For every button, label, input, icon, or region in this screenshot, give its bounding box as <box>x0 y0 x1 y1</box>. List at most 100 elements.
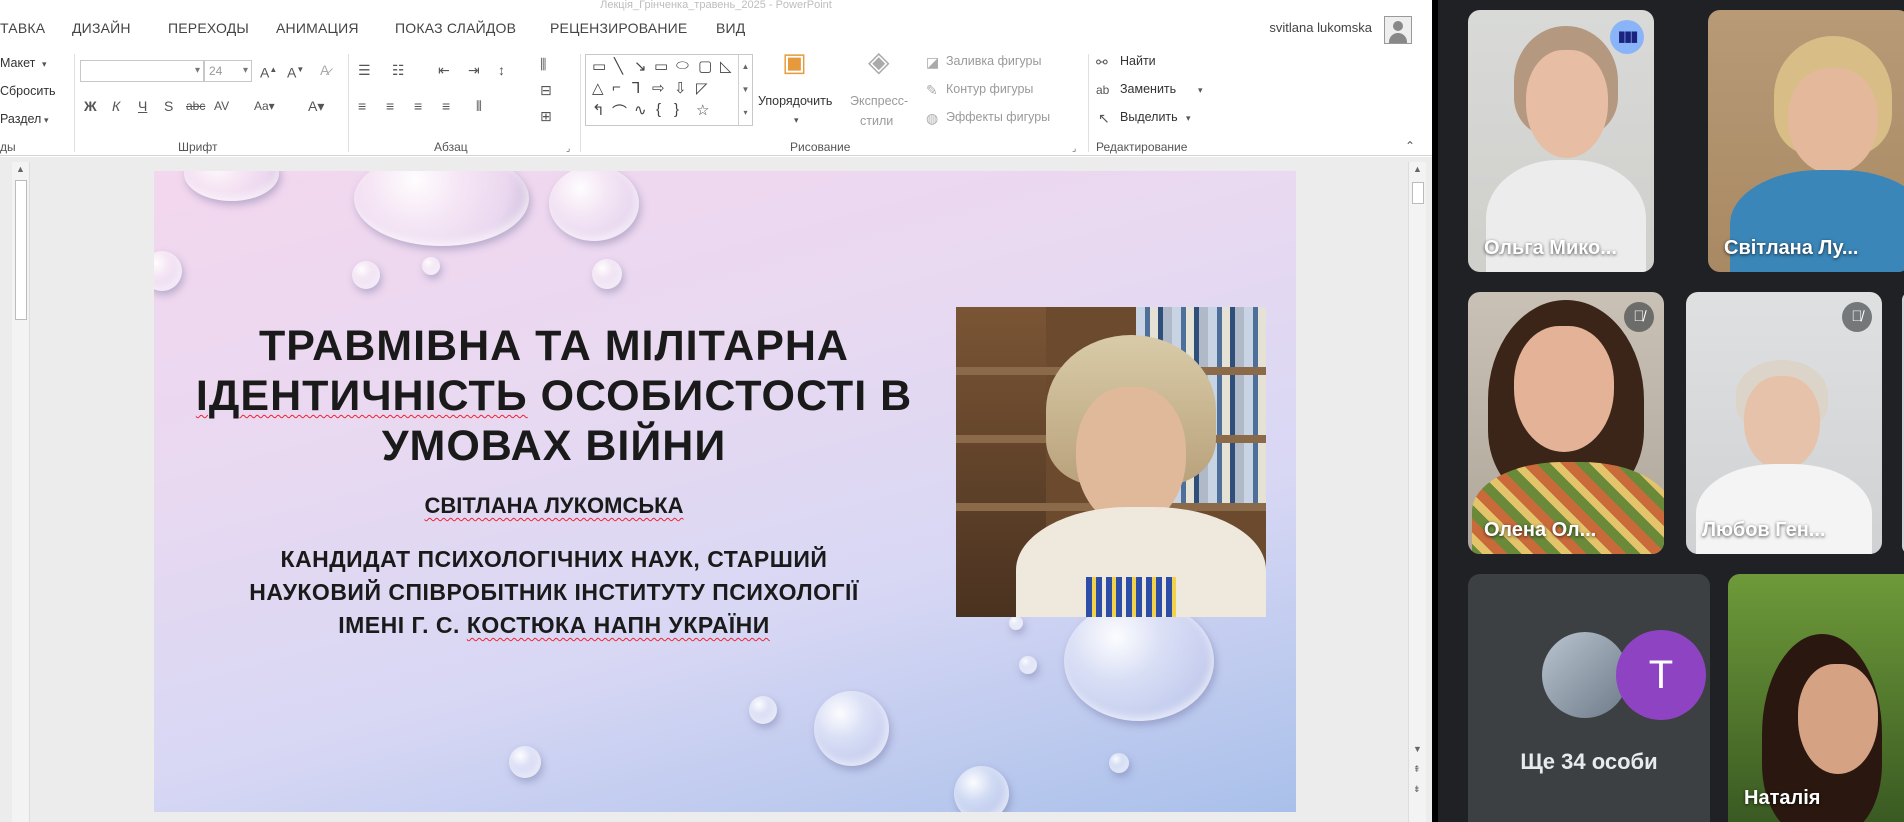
drawing-dialog-launcher-icon[interactable]: ⌟ <box>1072 140 1076 156</box>
tab-insert[interactable]: ТАВКА <box>0 20 45 36</box>
tab-animation[interactable]: АНИМАЦИЯ <box>276 20 359 36</box>
outline-icon[interactable]: ✎ <box>926 82 938 98</box>
wave-shape-icon[interactable]: ∿ <box>634 101 647 119</box>
shape-fill-button[interactable]: Заливка фигуры <box>946 54 1041 68</box>
more-participants-tile[interactable]: T Ще 34 особи <box>1468 574 1710 822</box>
gallery-scroll[interactable]: ▲ ▼ ▾ <box>738 55 752 125</box>
replace-button[interactable]: Заменить <box>1120 82 1176 96</box>
shapes-gallery[interactable]: ▭ ╲ ↘ ▭ ⬭ ▢ ◺ △ ⌐ ⅂ ⇨ ⇩ ◸ ↰ ⌒ ∿ { } ☆ ▲ ▼… <box>585 54 753 126</box>
decrease-indent-icon[interactable]: ⇤ <box>438 62 450 78</box>
slide-description[interactable]: КАНДИДАТ ПСИХОЛОГІЧНИХ НАУК, СТАРШИЙ НАУ… <box>154 543 954 642</box>
find-button[interactable]: Найти <box>1120 54 1156 68</box>
slide-scrollbar[interactable]: ▲ ▼ ⇞ ⇟ <box>1408 162 1426 822</box>
next-slide-icon[interactable]: ⇟ <box>1413 784 1421 795</box>
strikethrough-icon[interactable]: abc <box>186 98 205 114</box>
arc-shape-icon[interactable]: ⌒ <box>612 101 627 122</box>
tab-view[interactable]: ВИД <box>716 20 745 36</box>
right-arrow-shape-icon[interactable]: ⇨ <box>652 79 665 97</box>
triangle-shape-icon[interactable]: ◺ <box>720 57 732 75</box>
tab-design[interactable]: ДИЗАЙН <box>72 20 131 36</box>
participant-tile[interactable]: 🎙̸ Олена Ол... <box>1468 292 1664 554</box>
align-text-icon[interactable]: ⊟ <box>540 82 552 98</box>
arrange-dropdown-icon[interactable]: ▾ <box>794 112 799 128</box>
shrink-font-icon[interactable]: A▼ <box>287 62 304 81</box>
rounded-rect-shape-icon[interactable]: ▢ <box>698 57 712 75</box>
select-cursor-icon[interactable]: ↖ <box>1098 110 1110 126</box>
tab-slideshow[interactable]: ПОКАЗ СЛАЙДОВ <box>395 20 516 36</box>
numbering-icon[interactable]: ☷ <box>392 62 405 78</box>
line-shape-icon[interactable]: ╲ <box>614 57 623 75</box>
quick-styles-button[interactable]: Экспресс- <box>850 94 908 108</box>
participant-tile[interactable]: ▮▮▮ Ольга Мико... <box>1468 10 1654 272</box>
text-direction-icon[interactable]: ⫼ <box>540 56 546 72</box>
slide[interactable]: ТРАВМІВНА ТА МІЛІТАРНА ІДЕНТИЧНІСТЬ ОСОБ… <box>154 171 1296 812</box>
font-size-combo[interactable]: 24 <box>204 60 252 82</box>
align-left-icon[interactable]: ≡ <box>358 98 366 114</box>
increase-indent-icon[interactable]: ⇥ <box>468 62 480 78</box>
scroll-up-icon[interactable]: ▲ <box>1413 164 1422 174</box>
grow-font-icon[interactable]: A▲ <box>260 62 277 81</box>
select-dropdown-icon[interactable]: ▾ <box>1186 110 1191 126</box>
slide-title[interactable]: ТРАВМІВНА ТА МІЛІТАРНА ІДЕНТИЧНІСТЬ ОСОБ… <box>154 321 954 471</box>
shadow-icon[interactable]: S <box>164 98 173 114</box>
section-dropdown-icon[interactable]: ▾ <box>44 112 49 128</box>
replace-dropdown-icon[interactable]: ▾ <box>1198 82 1203 98</box>
effects-icon[interactable]: ◍ <box>926 110 938 126</box>
participant-tile[interactable]: 🎙̸ Любов Ген... <box>1686 292 1882 554</box>
triangle-shape-icon[interactable]: △ <box>592 79 604 97</box>
shape-outline-button[interactable]: Контур фигуры <box>946 82 1033 96</box>
paragraph-dialog-launcher-icon[interactable]: ⌟ <box>566 140 570 156</box>
user-name[interactable]: svitlana lukomska <box>1269 20 1372 35</box>
elbow-shape-icon[interactable]: ⅂ <box>632 79 640 97</box>
scroll-thumb[interactable] <box>1412 182 1424 204</box>
textbox-shape-icon[interactable]: ▭ <box>592 57 606 75</box>
quick-styles-button-line2[interactable]: стили <box>860 114 893 128</box>
reset-button[interactable]: Сбросить <box>0 84 56 98</box>
collapse-ribbon-icon[interactable]: ⌃ <box>1405 138 1415 154</box>
align-center-icon[interactable]: ≡ <box>386 98 394 114</box>
author-photo[interactable] <box>956 307 1266 617</box>
scroll-thumb[interactable] <box>15 180 27 320</box>
section-button[interactable]: Раздел <box>0 112 41 126</box>
oval-shape-icon[interactable]: ⬭ <box>676 57 689 74</box>
layout-dropdown-icon[interactable]: ▾ <box>42 56 47 72</box>
connector-shape-icon[interactable]: ⌐ <box>612 79 621 96</box>
previous-slide-icon[interactable]: ⇞ <box>1413 764 1421 775</box>
star-shape-icon[interactable]: ☆ <box>696 101 709 119</box>
font-name-combo[interactable] <box>80 60 204 82</box>
curve-shape-icon[interactable]: ↰ <box>592 101 605 119</box>
char-spacing-icon[interactable]: AV <box>214 98 229 114</box>
line-spacing-icon[interactable]: ↕ <box>498 62 505 78</box>
bullets-icon[interactable]: ☰ <box>358 62 371 78</box>
rectangle-shape-icon[interactable]: ▭ <box>654 57 668 75</box>
columns-icon[interactable]: ⫴ <box>476 98 482 114</box>
replace-icon[interactable]: ab <box>1096 82 1109 98</box>
down-arrow-shape-icon[interactable]: ⇩ <box>674 79 687 97</box>
bold-icon[interactable]: Ж <box>84 98 97 114</box>
arrow-shape-icon[interactable]: ↘ <box>634 57 647 75</box>
slide-author[interactable]: СВІТЛАНА ЛУКОМСЬКА <box>154 493 954 519</box>
justify-icon[interactable]: ≡ <box>442 98 450 114</box>
arrange-icon[interactable]: ▣ <box>782 49 807 75</box>
brace-close-shape-icon[interactable]: } <box>674 101 679 118</box>
callout-shape-icon[interactable]: ◸ <box>696 79 708 97</box>
layout-button[interactable]: Макет <box>0 56 35 70</box>
scroll-down-icon[interactable]: ▼ <box>1413 744 1422 754</box>
brace-open-shape-icon[interactable]: { <box>656 101 661 118</box>
quick-styles-icon[interactable]: ◈ <box>868 48 890 76</box>
align-right-icon[interactable]: ≡ <box>414 98 422 114</box>
shape-effects-button[interactable]: Эффекты фигуры <box>946 110 1050 124</box>
change-case-icon[interactable]: Aa▾ <box>254 98 275 114</box>
binoculars-icon[interactable]: ⚯ <box>1096 54 1108 70</box>
scroll-up-icon[interactable]: ▲ <box>16 164 25 174</box>
smartart-icon[interactable]: ⊞ <box>540 108 552 124</box>
tab-review[interactable]: РЕЦЕНЗИРОВАНИЕ <box>550 20 687 36</box>
arrange-button[interactable]: Упорядочить <box>758 94 832 108</box>
participant-tile[interactable]: Світлана Лу... <box>1708 10 1904 272</box>
font-color-icon[interactable]: A▾ <box>308 98 324 114</box>
italic-icon[interactable]: К <box>112 98 120 114</box>
tab-transitions[interactable]: ПЕРЕХОДЫ <box>168 20 249 36</box>
user-avatar[interactable] <box>1384 16 1412 44</box>
underline-icon[interactable]: Ч <box>138 98 147 114</box>
select-button[interactable]: Выделить <box>1120 110 1178 124</box>
